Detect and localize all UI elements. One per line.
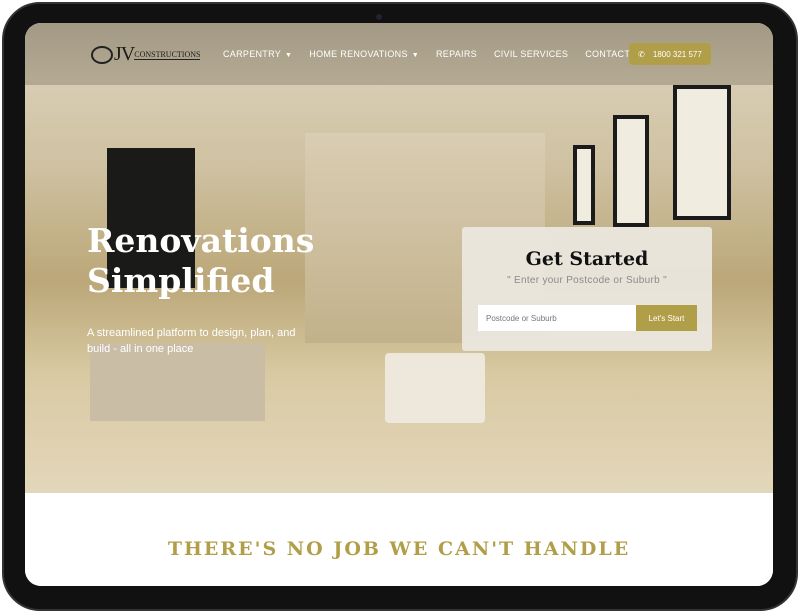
logo-constructions: CONSTRUCTIONS (134, 49, 201, 60)
section-heading: THERE'S NO JOB WE CAN'T HANDLE (167, 538, 631, 560)
hero-title-line: Renovations (87, 221, 315, 260)
services-section: THERE'S NO JOB WE CAN'T HANDLE (25, 493, 773, 586)
get-started-card: Get Started " Enter your Postcode or Sub… (462, 227, 712, 351)
phone-button[interactable]: ✆ 1800 321 577 (629, 43, 711, 65)
nav-item-carpentry[interactable]: CARPENTRY ▼ (223, 49, 292, 59)
postcode-form: Let's Start (478, 305, 697, 331)
hero-title-line: Simplified (87, 261, 275, 300)
postcode-input[interactable] (478, 305, 636, 331)
nav-item-civil-services[interactable]: CIVIL SERVICES (494, 49, 568, 59)
phone-icon: ✆ (638, 49, 645, 59)
wall-frame (673, 85, 731, 220)
navbar: JV CONSTRUCTIONS CARPENTRY ▼ HOME RENOVATI… (25, 23, 773, 85)
lets-start-button[interactable]: Let's Start (636, 305, 697, 331)
caret-down-icon: ▼ (411, 52, 419, 59)
nav-label: HOME RENOVATIONS (309, 49, 408, 59)
camera (376, 14, 382, 20)
logo-mark-icon (91, 45, 113, 64)
nav-item-repairs[interactable]: REPAIRS (436, 49, 477, 59)
card-hint: " Enter your Postcode or Suburb " (507, 275, 667, 286)
nav-label: CARPENTRY (223, 49, 282, 59)
wall-frame (573, 145, 595, 225)
phone-number: 1800 321 577 (652, 49, 702, 59)
logo-jv: JV (114, 43, 135, 65)
hero-title: Renovations Simplified (87, 221, 314, 301)
wall-frame (613, 115, 649, 227)
hero-section: Renovations Simplified A streamlined plat… (25, 23, 773, 493)
caret-down-icon: ▼ (285, 52, 293, 59)
card-title: Get Started (525, 248, 649, 270)
nav-item-home-renovations[interactable]: HOME RENOVATIONS ▼ (309, 49, 419, 59)
main-menu: CARPENTRY ▼ HOME RENOVATIONS ▼ REPAIRS CIV… (223, 49, 646, 59)
hero-subtitle: A streamlined platform to design, plan, … (87, 327, 296, 355)
sofa-image (385, 353, 485, 423)
screen: Renovations Simplified A streamlined plat… (25, 23, 773, 586)
logo[interactable]: JV CONSTRUCTIONS (91, 43, 201, 66)
